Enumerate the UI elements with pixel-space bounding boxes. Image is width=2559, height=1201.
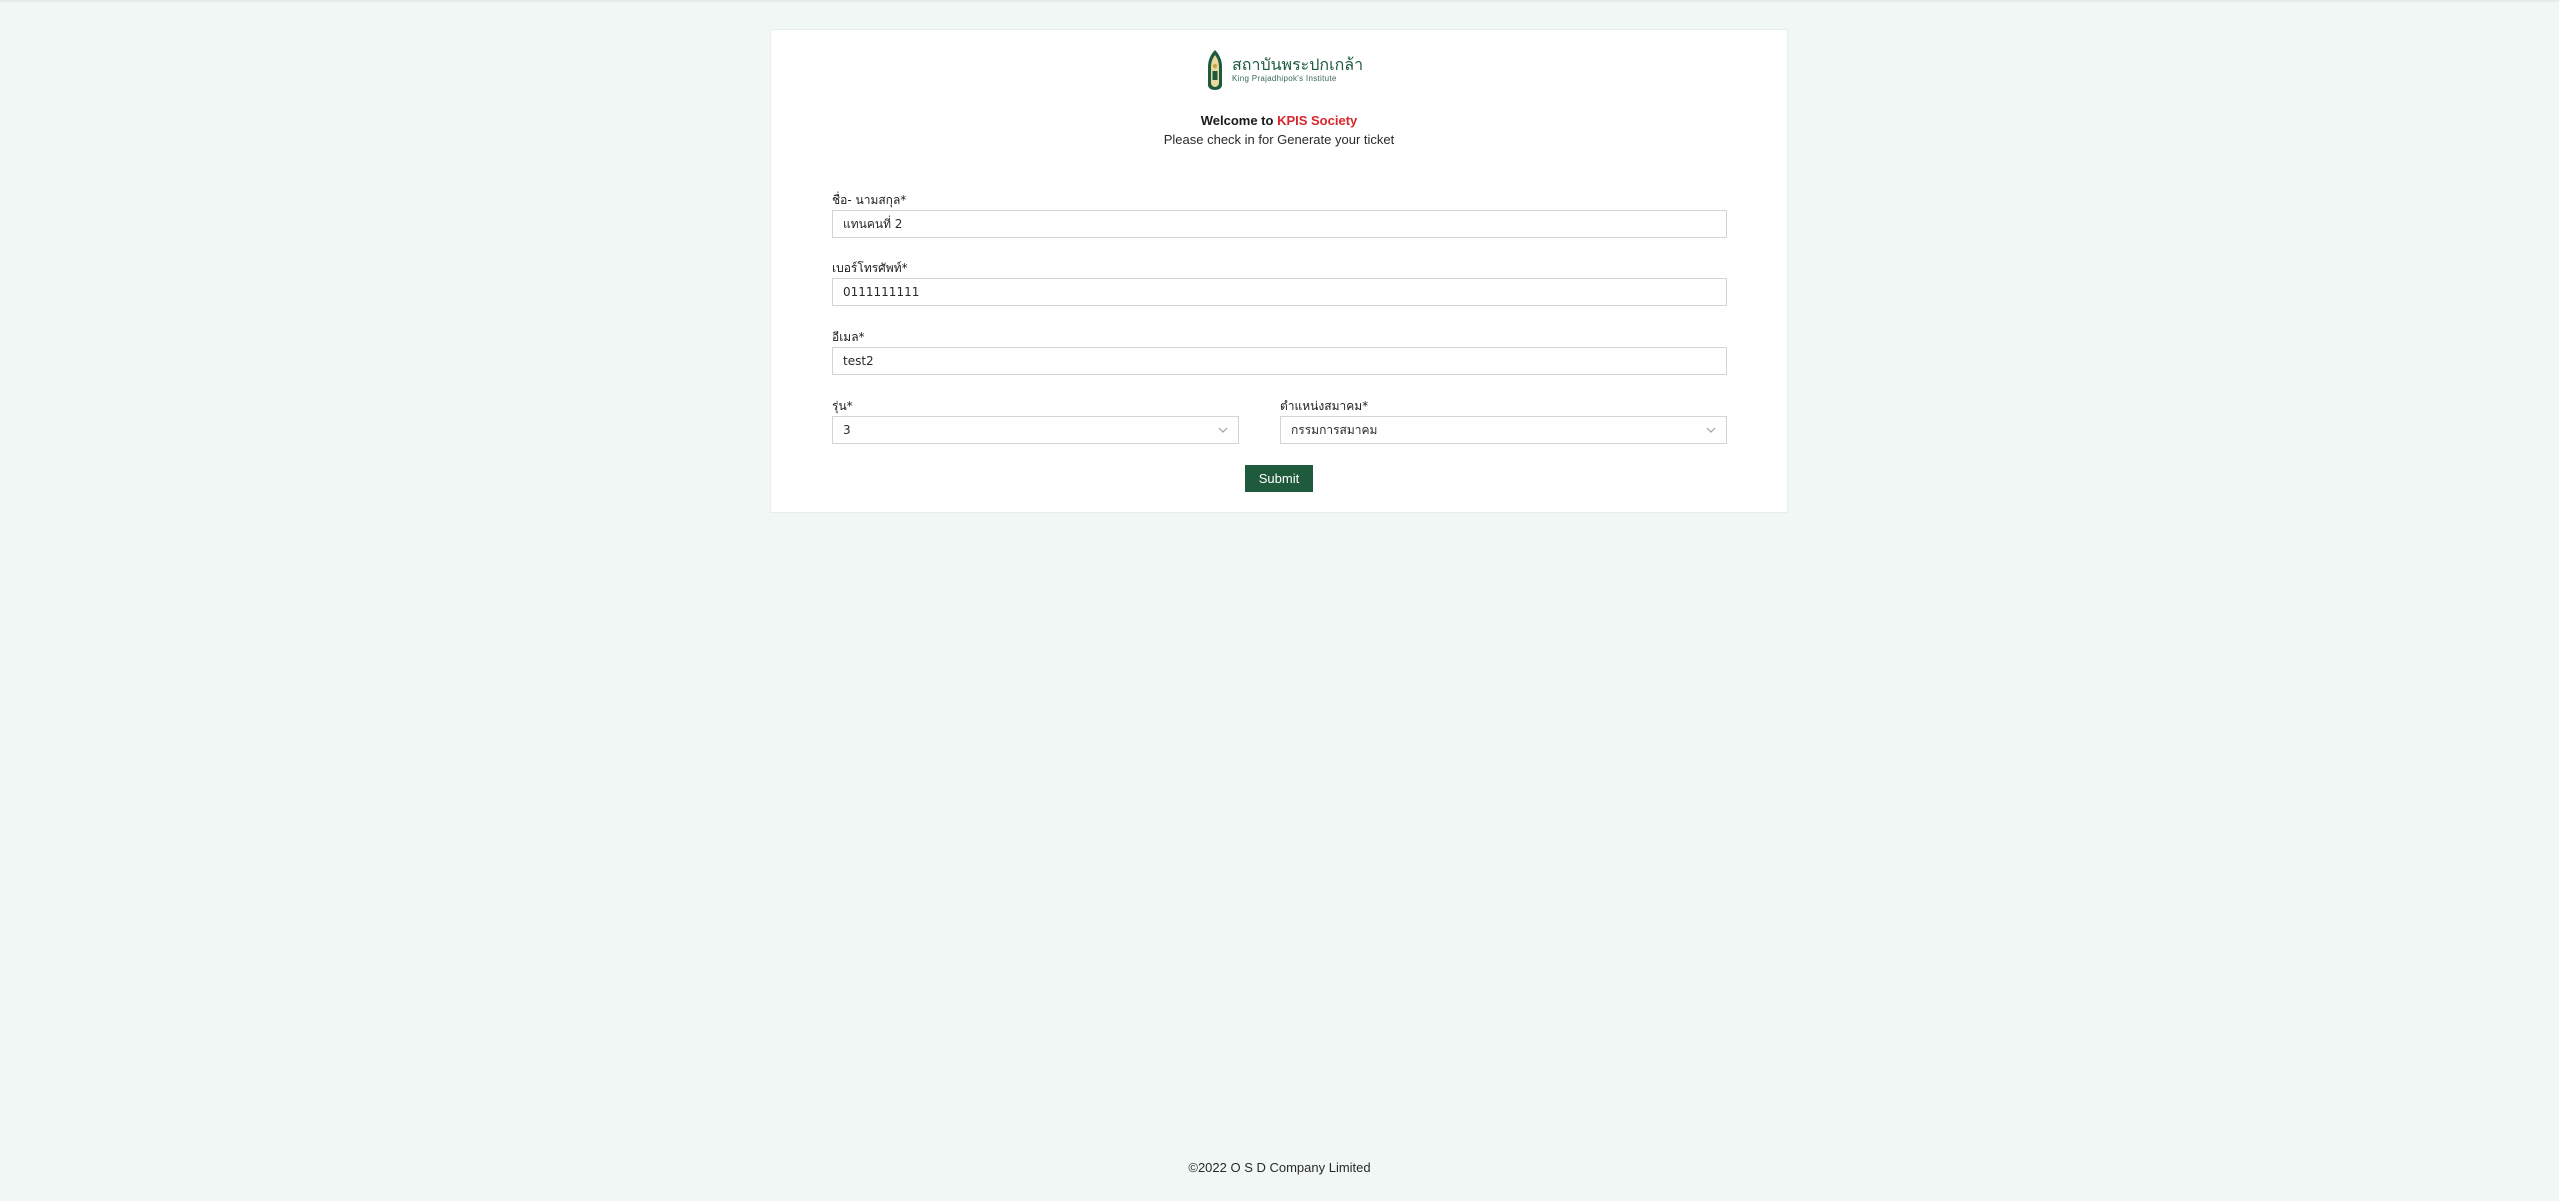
institute-logo: สถาบันพระปกเกล้า King Prajadhipok's Inst… <box>1204 48 1363 92</box>
institute-emblem-icon <box>1208 50 1222 90</box>
submit-button[interactable]: Submit <box>1245 465 1313 492</box>
welcome-brand: KPIS Society <box>1277 113 1358 128</box>
chevron-down-icon <box>1218 425 1228 435</box>
email-input[interactable] <box>832 347 1727 375</box>
name-input[interactable] <box>832 210 1727 238</box>
logo-english-text: King Prajadhipok's Institute <box>1232 74 1337 83</box>
generation-selected-value: 3 <box>843 423 851 437</box>
position-label: ตำแหน่งสมาคม* <box>1280 399 1369 413</box>
position-selected-value: กรรมการสมาคม <box>1291 422 1378 437</box>
welcome-prefix: Welcome to <box>1200 113 1278 128</box>
position-select[interactable]: กรรมการสมาคม <box>1280 416 1727 444</box>
logo-thai-text: สถาบันพระปกเกล้า <box>1232 55 1364 74</box>
generation-label: รุ่น* <box>832 399 853 413</box>
generation-select[interactable]: 3 <box>832 416 1239 444</box>
chevron-down-icon <box>1706 425 1716 435</box>
checkin-subtitle: Please check in for Generate your ticket <box>1163 132 1395 147</box>
phone-input[interactable] <box>832 278 1727 306</box>
top-divider <box>0 0 2559 2</box>
email-label: อีเมล* <box>832 330 865 344</box>
phone-label: เบอร์โทรศัพท์* <box>832 261 908 275</box>
footer-copyright: ©2022 O S D Company Limited <box>1188 1160 1371 1175</box>
name-label: ชื่อ- นามสกุล* <box>832 193 907 207</box>
welcome-heading: Welcome to KPIS Society <box>771 113 1787 128</box>
checkin-card: สถาบันพระปกเกล้า King Prajadhipok's Inst… <box>770 29 1788 513</box>
